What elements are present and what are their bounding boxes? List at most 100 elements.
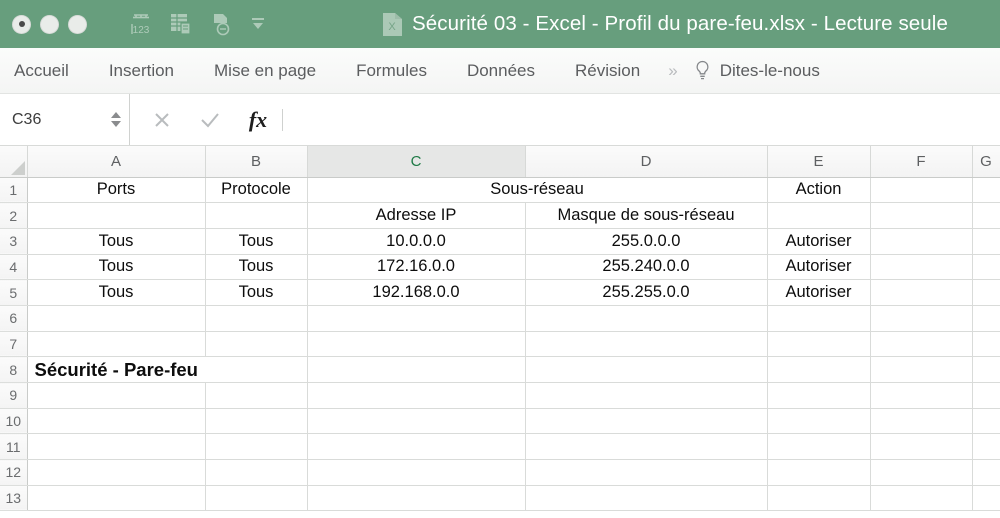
cell-D9[interactable] <box>525 382 768 409</box>
row-header-2[interactable]: 2 <box>0 202 28 229</box>
cell-F12[interactable] <box>870 459 973 486</box>
cell-B1[interactable]: Protocole <box>205 177 308 204</box>
cell-E11[interactable] <box>767 433 871 461</box>
cell-G4[interactable] <box>972 254 1000 281</box>
column-header-c[interactable]: C <box>307 146 526 178</box>
cell-C11[interactable] <box>307 433 526 461</box>
row-header-3[interactable]: 3 <box>0 228 28 255</box>
cell-A2[interactable] <box>27 202 206 229</box>
cell-A5[interactable]: Tous <box>27 279 206 306</box>
cell-A12[interactable] <box>27 459 206 486</box>
cell-E13[interactable] <box>767 485 871 512</box>
column-header-e[interactable]: E <box>767 146 871 178</box>
cell-C10[interactable] <box>307 408 526 435</box>
cell-D8[interactable] <box>525 356 768 383</box>
cell-G11[interactable] <box>972 433 1000 461</box>
cell-B4[interactable]: Tous <box>205 254 308 281</box>
cell-A13[interactable] <box>27 485 206 512</box>
cell-F1[interactable] <box>870 177 973 204</box>
cell-F7[interactable] <box>870 331 973 358</box>
minimize-button[interactable] <box>40 14 59 34</box>
cell-A9[interactable] <box>27 382 206 409</box>
cell-A8[interactable]: Sécurité - Pare-feu <box>27 356 308 383</box>
cell-G13[interactable] <box>972 485 1000 512</box>
column-header-g[interactable]: G <box>972 146 1000 178</box>
cell-B3[interactable]: Tous <box>205 228 308 255</box>
more-tabs-chevron-icon[interactable]: » <box>660 61 683 81</box>
row-header-6[interactable]: 6 <box>0 305 28 332</box>
spreadsheet-grid[interactable]: ABCDEFG 1 Ports Protocole Sous-réseau Action… <box>0 146 1000 518</box>
cell-D5[interactable]: 255.255.0.0 <box>525 279 768 306</box>
cell-C1[interactable]: Sous-réseau <box>307 177 768 204</box>
tab-accueil[interactable]: Accueil <box>0 48 89 93</box>
cell-C4[interactable]: 172.16.0.0 <box>307 254 526 281</box>
cell-E8[interactable] <box>767 356 871 383</box>
tab-mise-en-page[interactable]: Mise en page <box>194 48 336 93</box>
column-header-b[interactable]: B <box>205 146 308 178</box>
cell-A6[interactable] <box>27 305 206 332</box>
row-header-13[interactable]: 13 <box>0 485 28 512</box>
cell-B12[interactable] <box>205 459 308 486</box>
insert-function-button[interactable]: fx <box>234 94 282 146</box>
tell-me-box[interactable]: Dites-le-nous <box>684 60 820 81</box>
cell-D3[interactable]: 255.0.0.0 <box>525 228 768 255</box>
cell-D6[interactable] <box>525 305 768 332</box>
cell-F4[interactable] <box>870 254 973 281</box>
row-header-1[interactable]: 1 <box>0 177 28 204</box>
cell-B13[interactable] <box>205 485 308 512</box>
column-header-f[interactable]: F <box>870 146 973 178</box>
cell-A7[interactable] <box>27 331 206 358</box>
cell-C3[interactable]: 10.0.0.0 <box>307 228 526 255</box>
cell-B7[interactable] <box>205 331 308 358</box>
tab-revision[interactable]: Révision <box>555 48 660 93</box>
name-box[interactable]: C36 <box>0 94 130 145</box>
cell-C13[interactable] <box>307 485 526 512</box>
cell-E12[interactable] <box>767 459 871 486</box>
cell-G9[interactable] <box>972 382 1000 409</box>
close-button[interactable] <box>12 14 31 34</box>
cell-F6[interactable] <box>870 305 973 332</box>
cell-E3[interactable]: Autoriser <box>767 228 871 255</box>
cell-F13[interactable] <box>870 485 973 512</box>
customize-dropdown-icon[interactable] <box>249 15 267 33</box>
zoom-button[interactable] <box>68 14 87 34</box>
name-box-stepper-icon[interactable] <box>109 112 123 127</box>
cell-D12[interactable] <box>525 459 768 486</box>
cell-A11[interactable] <box>27 433 206 461</box>
cell-C6[interactable] <box>307 305 526 332</box>
cell-E5[interactable]: Autoriser <box>767 279 871 306</box>
cell-D7[interactable] <box>525 331 768 358</box>
cell-G5[interactable] <box>972 279 1000 306</box>
cell-C12[interactable] <box>307 459 526 486</box>
print-icon[interactable] <box>209 11 233 37</box>
row-header-4[interactable]: 4 <box>0 254 28 281</box>
cancel-entry-button[interactable] <box>138 94 186 146</box>
cell-G12[interactable] <box>972 459 1000 486</box>
cell-B6[interactable] <box>205 305 308 332</box>
cell-F8[interactable] <box>870 356 973 383</box>
cell-G8[interactable] <box>972 356 1000 383</box>
row-header-5[interactable]: 5 <box>0 279 28 306</box>
cell-F3[interactable] <box>870 228 973 255</box>
column-header-a[interactable]: A <box>27 146 206 178</box>
tab-formules[interactable]: Formules <box>336 48 447 93</box>
cell-E9[interactable] <box>767 382 871 409</box>
tab-insertion[interactable]: Insertion <box>89 48 194 93</box>
cell-G6[interactable] <box>972 305 1000 332</box>
cell-C9[interactable] <box>307 382 526 409</box>
row-header-10[interactable]: 10 <box>0 408 28 435</box>
select-all-corner[interactable] <box>0 146 28 178</box>
cell-E2[interactable] <box>767 202 871 229</box>
row-header-7[interactable]: 7 <box>0 331 28 358</box>
cell-C7[interactable] <box>307 331 526 358</box>
cell-B5[interactable]: Tous <box>205 279 308 306</box>
cell-D13[interactable] <box>525 485 768 512</box>
row-header-8[interactable]: 8 <box>0 356 28 383</box>
tab-donnees[interactable]: Données <box>447 48 555 93</box>
cell-E1[interactable]: Action <box>767 177 871 204</box>
cell-B9[interactable] <box>205 382 308 409</box>
cell-D2[interactable]: Masque de sous-réseau <box>525 202 768 229</box>
cell-E6[interactable] <box>767 305 871 332</box>
cell-G2[interactable] <box>972 202 1000 229</box>
cell-E10[interactable] <box>767 408 871 435</box>
